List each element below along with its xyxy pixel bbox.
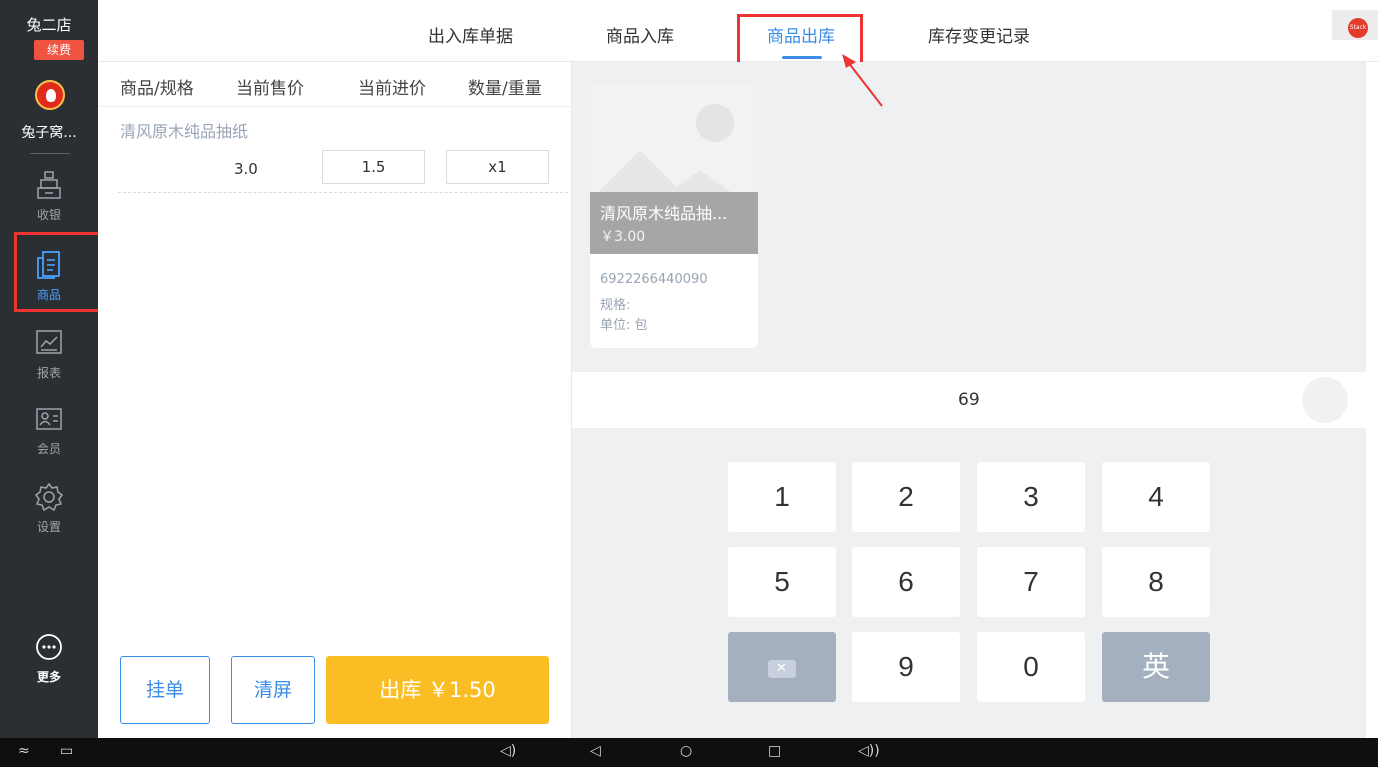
tab-stock-documents[interactable]: 出入库单据	[428, 22, 513, 47]
right-edge-strip	[1366, 62, 1378, 738]
volume-up-icon[interactable]: ◁))	[858, 743, 880, 759]
sidebar-item-label: 报表	[36, 366, 61, 380]
annotation-highlight-products	[14, 232, 107, 312]
top-right-badge[interactable]: Stack	[1332, 10, 1378, 40]
key-2[interactable]: 2	[852, 462, 960, 532]
cash-register-icon	[37, 171, 61, 199]
clear-screen-button[interactable]: 清屏	[231, 656, 315, 724]
card-barcode: 6922266440090	[600, 272, 708, 287]
screenshot-icon[interactable]: ▭	[60, 743, 73, 759]
tab-inventory-log[interactable]: 库存变更记录	[928, 22, 1030, 47]
user-name[interactable]: 兔子窝...	[0, 122, 98, 142]
search-input[interactable]: 69	[572, 372, 1366, 428]
backspace-icon: ✕	[768, 659, 796, 678]
sidebar-item-cashier[interactable]: 收银	[0, 170, 98, 223]
sidebar-item-label: 设置	[36, 520, 61, 534]
key-3[interactable]: 3	[977, 462, 1085, 532]
card-spec: 规格:	[600, 298, 631, 313]
sidebar-divider	[30, 153, 70, 154]
row-sale-price: 3.0	[234, 160, 258, 178]
gear-icon	[34, 482, 64, 512]
key-9[interactable]: 9	[852, 632, 960, 702]
sidebar-item-settings[interactable]: 设置	[0, 482, 98, 535]
expand-icon[interactable]: ≈	[18, 743, 30, 759]
quantity-input[interactable]: x1	[446, 150, 549, 184]
stack-badge: Stack	[1348, 18, 1368, 38]
member-card-icon	[36, 408, 62, 430]
product-search-panel: 清风原木纯品抽... ￥3.00 6922266440090 规格: 单位: 包…	[572, 62, 1366, 738]
avatar[interactable]	[35, 80, 65, 110]
volume-down-icon[interactable]: ◁)	[500, 743, 516, 759]
key-0[interactable]: 0	[977, 632, 1085, 702]
sidebar: 兔二店 续费 兔子窝... 收银 商品 报表 会员 设置 更多	[0, 0, 98, 738]
sidebar-item-members[interactable]: 会员	[0, 404, 98, 457]
home-icon[interactable]: ○	[680, 743, 692, 759]
tab-stock-in[interactable]: 商品入库	[606, 22, 674, 47]
backspace-key[interactable]: ✕	[728, 632, 836, 702]
sidebar-item-more[interactable]: 更多	[0, 632, 98, 685]
more-dots-icon	[36, 634, 62, 660]
key-1[interactable]: 1	[728, 462, 836, 532]
app-window: 兔二店 续费 兔子窝... 收银 商品 报表 会员 设置 更多 出入库单据 商品…	[0, 0, 1378, 767]
column-header-quantity: 数量/重量	[468, 79, 542, 99]
card-product-price: ￥3.00	[600, 229, 646, 245]
sidebar-item-reports[interactable]: 报表	[0, 328, 98, 381]
key-4[interactable]: 4	[1102, 462, 1210, 532]
english-switch-key[interactable]: 英	[1102, 632, 1210, 702]
system-navigation-bar: ≈ ▭ ◁) ◁ ○ □ ◁))	[0, 738, 1378, 767]
column-header-product: 商品/规格	[120, 79, 194, 99]
stock-out-list-panel: 商品/规格 当前售价 当前进价 数量/重量 清风原木纯品抽纸 3.0 1.5 x…	[98, 62, 572, 738]
sidebar-item-label: 更多	[36, 670, 61, 684]
column-header-purchase-price: 当前进价	[358, 79, 426, 99]
search-value: 69	[958, 390, 980, 410]
header-divider	[98, 106, 572, 107]
store-name: 兔二店	[26, 16, 72, 34]
floating-ghost-button[interactable]	[1302, 377, 1348, 423]
key-7[interactable]: 7	[977, 547, 1085, 617]
product-card[interactable]: 清风原木纯品抽... ￥3.00 6922266440090 规格: 单位: 包	[590, 84, 758, 348]
card-unit: 单位: 包	[600, 318, 648, 333]
recent-apps-icon[interactable]: □	[768, 743, 781, 759]
back-icon[interactable]: ◁	[590, 743, 601, 759]
row-divider	[118, 192, 568, 193]
key-6[interactable]: 6	[852, 547, 960, 617]
report-chart-icon	[36, 330, 62, 354]
sidebar-item-label: 会员	[36, 442, 61, 456]
card-product-title: 清风原木纯品抽...	[600, 204, 728, 223]
stock-out-button[interactable]: 出库 ￥1.50	[326, 656, 549, 724]
hold-order-button[interactable]: 挂单	[120, 656, 210, 724]
renew-button[interactable]: 续费	[34, 40, 84, 60]
key-5[interactable]: 5	[728, 547, 836, 617]
key-8[interactable]: 8	[1102, 547, 1210, 617]
row-product-name: 清风原木纯品抽纸	[120, 122, 249, 141]
column-header-sale-price: 当前售价	[236, 79, 304, 99]
sidebar-item-label: 收银	[36, 208, 61, 222]
purchase-price-input[interactable]: 1.5	[322, 150, 425, 184]
